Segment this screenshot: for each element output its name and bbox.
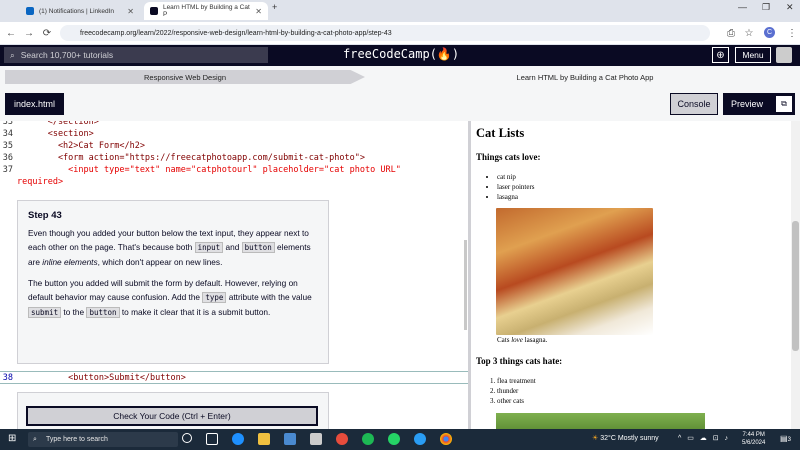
taskbar-search-input[interactable]: ⌕ Type here to search (28, 432, 178, 447)
new-tab-button[interactable]: + (272, 2, 277, 12)
telegram-icon[interactable] (414, 433, 426, 445)
code-line: 33 </section> (2, 121, 99, 127)
love-heading: Things cats love: (476, 152, 541, 162)
app-w-icon[interactable] (336, 433, 348, 445)
list-item: thunder (497, 386, 536, 396)
inline-code: input (194, 242, 224, 253)
profile-avatar[interactable]: C (764, 27, 775, 38)
preview-pane: Cat Lists Things cats love: cat nip lase… (471, 121, 791, 429)
code-line: 36 <form action="https://freecatphotoapp… (2, 153, 365, 163)
hate-list: flea treatment thunder other cats (497, 376, 536, 406)
back-icon[interactable]: ← (4, 28, 18, 39)
editor-toolbar: index.html Console Preview ⧉ (0, 88, 800, 121)
file-tab-index[interactable]: index.html (5, 93, 64, 115)
check-code-panel: Check Your Code (Ctrl + Enter) (17, 392, 329, 432)
user-avatar[interactable] (776, 47, 792, 63)
tab-freecodecamp[interactable]: Learn HTML by Building a Cat P ✕ (144, 2, 268, 20)
weather-widget[interactable]: ☀ 32°C Mostly sunny (592, 434, 659, 442)
url-input[interactable]: freecodecamp.org/learn/2022/responsive-w… (60, 25, 710, 41)
step-paragraph: Even though you added your button below … (28, 228, 311, 267)
tab-title: (1) Notifications | LinkedIn (39, 7, 115, 15)
file-explorer-icon[interactable] (258, 433, 270, 445)
search-icon: ⌕ (33, 435, 37, 443)
system-tray-icons[interactable]: ^ ▭ ☁ ⊡ ♪ (678, 434, 730, 442)
language-globe-icon[interactable]: ⊕ (712, 47, 729, 63)
fcc-navbar: ⌕ Search 10,700+ tutorials freeCodeCamp(… (0, 45, 800, 66)
search-input[interactable]: ⌕ Search 10,700+ tutorials (4, 47, 268, 63)
preview-heading: Cat Lists (476, 126, 525, 140)
list-item: laser pointers (497, 182, 535, 192)
task-view-icon[interactable] (206, 433, 218, 445)
browser-chrome: (1) Notifications | LinkedIn ✕ Learn HTM… (0, 0, 800, 45)
editor-scrollbar[interactable] (464, 240, 467, 330)
url-text: freecodecamp.org/learn/2022/responsive-w… (80, 29, 392, 37)
list-item: flea treatment (497, 376, 536, 386)
list-item: cat nip (497, 172, 535, 182)
preview-label: Preview (731, 99, 764, 109)
sun-icon: ☀ (592, 435, 599, 442)
whatsapp-icon[interactable] (388, 433, 400, 445)
inline-code: button (86, 307, 120, 318)
forward-icon[interactable]: → (22, 28, 36, 39)
close-tab-icon[interactable]: ✕ (255, 7, 262, 16)
cortana-icon[interactable] (182, 433, 192, 443)
freecodecamp-icon (150, 7, 158, 15)
search-placeholder: Search 10,700+ tutorials (20, 50, 114, 60)
linkedin-icon (26, 7, 34, 15)
install-icon[interactable]: ⎙ (724, 28, 738, 39)
taskbar-search-placeholder: Type here to search (46, 436, 108, 443)
image-caption: Cats love lasagna. (497, 336, 548, 344)
address-bar-row: ← → ⟳ freecodecamp.org/learn/2022/respon… (0, 22, 800, 44)
love-list: cat nip laser pointers lasagna (497, 172, 535, 202)
reload-icon[interactable]: ⟳ (40, 28, 54, 39)
mail-icon[interactable] (310, 433, 322, 445)
hate-heading: Top 3 things cats hate: (476, 356, 563, 366)
list-item: lasagna (497, 192, 535, 202)
close-tab-icon[interactable]: ✕ (127, 7, 134, 16)
list-item: other cats (497, 396, 536, 406)
step-paragraph: The button you added will submit the for… (28, 278, 312, 318)
clock[interactable]: 7:44 PM 5/6/2024 (742, 431, 765, 447)
console-button[interactable]: Console (670, 93, 718, 115)
windows-start-icon[interactable]: ⊞ (8, 433, 16, 444)
inline-code: submit (28, 307, 62, 318)
breadcrumb-course[interactable]: Responsive Web Design (5, 70, 365, 84)
notification-icon[interactable]: ▤3 (780, 434, 791, 443)
code-line: 34 <section> (2, 129, 94, 139)
inline-code: button (241, 242, 275, 253)
menu-button[interactable]: Menu (735, 47, 771, 63)
code-line: required> (17, 177, 64, 187)
store-icon[interactable] (284, 433, 296, 445)
cats-image[interactable] (496, 413, 705, 429)
chrome-icon[interactable] (440, 433, 452, 445)
preview-scrollbar[interactable] (791, 121, 800, 429)
search-icon: ⌕ (10, 49, 15, 60)
breadcrumb: Responsive Web Design Learn HTML by Buil… (0, 66, 800, 88)
preview-window-icon[interactable]: ⧉ (776, 96, 792, 112)
spotify-icon[interactable] (362, 433, 374, 445)
bookmark-star-icon[interactable]: ☆ (742, 28, 756, 39)
code-line: 37 <input type="text" name="catphotourl"… (2, 165, 401, 175)
scroll-thumb[interactable] (792, 221, 799, 351)
preview-button[interactable]: Preview ⧉ (723, 93, 795, 115)
more-menu-icon[interactable]: ⋮ (785, 28, 799, 39)
tab-linkedin[interactable]: (1) Notifications | LinkedIn ✕ (20, 2, 140, 20)
code-line: 35 <h2>Cat Form</h2> (2, 141, 145, 151)
minimize-icon[interactable]: — (738, 2, 747, 12)
fcc-logo[interactable]: freeCodeCamp(🔥) (343, 47, 459, 61)
close-window-icon[interactable]: ✕ (786, 2, 794, 13)
edge-icon[interactable] (232, 433, 244, 445)
step-title: Step 43 (28, 210, 62, 221)
editable-code-line[interactable]: 38 <button>Submit</button> (0, 371, 468, 384)
check-code-button[interactable]: Check Your Code (Ctrl + Enter) (26, 406, 318, 426)
lasagna-image[interactable] (496, 208, 653, 335)
inline-code: type (202, 292, 227, 303)
breadcrumb-project[interactable]: Learn HTML by Building a Cat Photo App (370, 70, 800, 84)
time: 7:44 PM (742, 432, 765, 438)
date: 5/6/2024 (742, 440, 766, 446)
taskbar: ⊞ ⌕ Type here to search ☀ 32°C Mostly su… (0, 429, 800, 450)
tab-title: Learn HTML by Building a Cat P (162, 4, 250, 18)
step-instructions: Step 43 Even though you added your butto… (17, 200, 329, 364)
maximize-icon[interactable]: ❐ (762, 2, 770, 13)
